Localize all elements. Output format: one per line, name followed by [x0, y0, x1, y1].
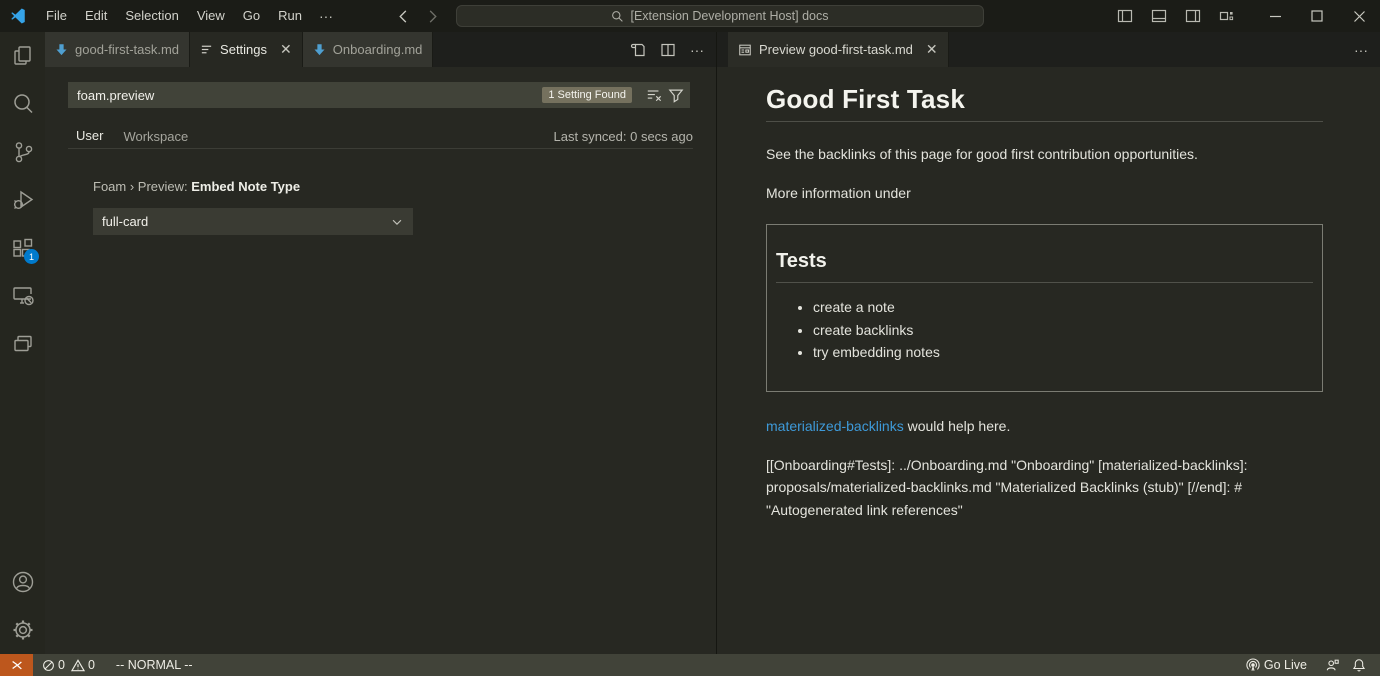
menu-more[interactable]: ··· — [311, 0, 341, 32]
go-live-button[interactable]: Go Live — [1240, 654, 1313, 676]
feedback-icon[interactable] — [1319, 654, 1346, 676]
menu-bar: File Edit Selection View Go Run ··· — [37, 0, 341, 32]
errors-count: 0 — [58, 658, 65, 672]
go-live-label: Go Live — [1264, 658, 1307, 672]
embedded-note-card: Tests create a note create backlinks try… — [766, 224, 1323, 392]
embedded-note-list: create a note create backlinks try embed… — [776, 296, 1313, 364]
navigate-forward-icon[interactable] — [425, 9, 440, 24]
vscode-logo-icon — [9, 7, 27, 25]
warnings-count: 0 — [88, 658, 95, 672]
chevron-down-icon — [390, 215, 404, 229]
editor-layouts-view-icon[interactable] — [0, 320, 45, 368]
open-settings-json-icon[interactable] — [630, 42, 646, 58]
menu-run[interactable]: Run — [269, 0, 311, 32]
dropdown-value: full-card — [102, 214, 148, 229]
scope-divider — [68, 148, 693, 149]
remote-indicator[interactable] — [0, 654, 33, 676]
menu-view[interactable]: View — [188, 0, 234, 32]
scope-tab-user[interactable]: User — [76, 128, 103, 149]
close-tab-icon[interactable]: ✕ — [926, 41, 938, 58]
clear-settings-search-icon[interactable] — [646, 87, 662, 103]
tab-label: Settings — [220, 42, 267, 57]
markdown-preview-icon — [738, 43, 752, 57]
menu-selection[interactable]: Selection — [116, 0, 187, 32]
tab-onboarding[interactable]: Onboarding.md — [303, 32, 434, 67]
setting-title: Foam › Preview: Embed Note Type — [93, 179, 300, 194]
activity-bar: 1 — [0, 32, 45, 654]
toggle-panel-icon[interactable] — [1146, 0, 1172, 32]
preview-paragraph-3: materialized-backlinks would help here. — [766, 417, 1323, 436]
command-center-text: [Extension Development Host] docs — [630, 9, 828, 23]
accounts-icon[interactable] — [0, 558, 45, 606]
markdown-file-icon — [55, 43, 68, 56]
settings-list-icon — [200, 43, 213, 56]
extensions-badge: 1 — [24, 249, 39, 264]
explorer-icon[interactable] — [0, 32, 45, 80]
preview-heading: Good First Task — [766, 67, 1323, 122]
broadcast-icon — [1246, 658, 1260, 672]
link-references-paragraph: [[Onboarding#Tests]: ../Onboarding.md "O… — [766, 454, 1323, 522]
link-suffix-text: would help here. — [904, 418, 1011, 434]
editor-group-settings: good-first-task.md Settings ✕ Onboarding… — [45, 32, 716, 654]
left-tab-bar: good-first-task.md Settings ✕ Onboarding… — [45, 32, 716, 67]
markdown-preview-content: Good First Task See the backlinks of thi… — [766, 67, 1323, 521]
last-synced-label: Last synced: 0 secs ago — [554, 129, 693, 149]
close-tab-icon[interactable]: ✕ — [280, 41, 292, 58]
markdown-file-icon — [313, 43, 326, 56]
toggle-secondary-sidebar-icon[interactable] — [1180, 0, 1206, 32]
menu-edit[interactable]: Edit — [76, 0, 116, 32]
preview-paragraph-1: See the backlinks of this page for good … — [766, 145, 1323, 164]
embedded-note-heading: Tests — [776, 250, 1313, 283]
more-actions-icon[interactable]: ··· — [690, 42, 704, 58]
list-item: create a note — [813, 296, 1313, 319]
split-editor-icon[interactable] — [660, 42, 676, 58]
errors-icon — [42, 659, 55, 672]
menu-go[interactable]: Go — [234, 0, 269, 32]
more-actions-icon[interactable]: ··· — [1354, 42, 1368, 58]
vim-mode-indicator[interactable]: -- NORMAL -- — [110, 654, 199, 676]
warnings-icon — [71, 659, 85, 672]
extensions-icon[interactable]: 1 — [0, 224, 45, 272]
navigate-back-icon[interactable] — [396, 9, 411, 24]
run-debug-icon[interactable] — [0, 176, 45, 224]
list-item: create backlinks — [813, 319, 1313, 342]
maximize-button[interactable] — [1296, 0, 1338, 32]
command-center-search[interactable]: [Extension Development Host] docs — [456, 5, 984, 27]
settings-search-input[interactable]: foam.preview 1 Setting Found — [68, 82, 690, 108]
tab-label: Onboarding.md — [333, 42, 423, 57]
right-tab-bar: Preview good-first-task.md ✕ ··· — [717, 32, 1380, 67]
settings-scope-tabs: User Workspace Last synced: 0 secs ago — [76, 127, 693, 149]
setting-category: Foam › Preview: — [93, 179, 191, 194]
preview-paragraph-2: More information under — [766, 184, 1323, 203]
minimize-button[interactable] — [1254, 0, 1296, 32]
scope-tab-workspace[interactable]: Workspace — [123, 129, 188, 149]
tab-settings[interactable]: Settings ✕ — [190, 32, 303, 67]
search-icon — [611, 10, 624, 23]
tab-preview-good-first-task[interactable]: Preview good-first-task.md ✕ — [728, 32, 949, 67]
customize-layout-icon[interactable] — [1214, 0, 1240, 32]
embed-note-type-dropdown[interactable]: full-card — [93, 208, 413, 235]
list-item: try embedding notes — [813, 341, 1313, 364]
manage-gear-icon[interactable] — [0, 606, 45, 654]
settings-search-value: foam.preview — [77, 88, 542, 103]
menu-file[interactable]: File — [37, 0, 76, 32]
settings-result-count-badge: 1 Setting Found — [542, 87, 632, 103]
close-window-button[interactable] — [1338, 0, 1380, 32]
materialized-backlinks-link[interactable]: materialized-backlinks — [766, 418, 904, 434]
search-view-icon[interactable] — [0, 80, 45, 128]
notifications-bell-icon[interactable] — [1346, 654, 1372, 676]
source-control-icon[interactable] — [0, 128, 45, 176]
tab-label: Preview good-first-task.md — [759, 42, 913, 57]
title-bar: File Edit Selection View Go Run ··· [Ext… — [0, 0, 1380, 32]
status-bar: 0 0 -- NORMAL -- Go Live — [0, 654, 1380, 676]
editor-group-preview: Preview good-first-task.md ✕ ··· Good Fi… — [717, 32, 1380, 654]
setting-name: Embed Note Type — [191, 179, 300, 194]
problems-status[interactable]: 0 0 — [36, 654, 101, 676]
tab-good-first-task[interactable]: good-first-task.md — [45, 32, 190, 67]
remote-explorer-icon[interactable] — [0, 272, 45, 320]
tab-label: good-first-task.md — [75, 42, 179, 57]
filter-settings-icon[interactable] — [668, 87, 684, 103]
toggle-primary-sidebar-icon[interactable] — [1112, 0, 1138, 32]
